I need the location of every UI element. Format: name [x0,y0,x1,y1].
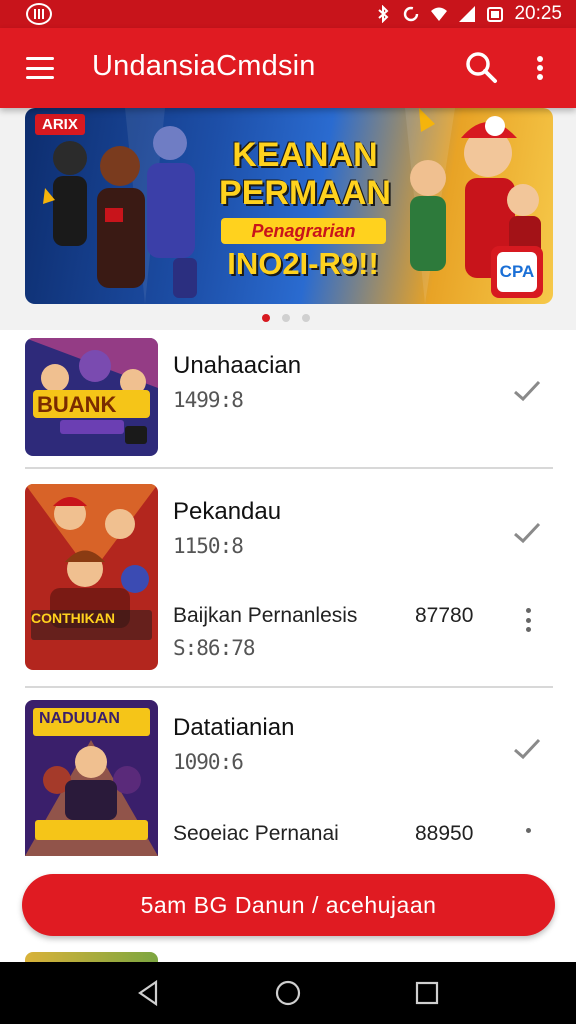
status-bar: 20:25 [0,0,576,28]
item-title: Datatianian [173,714,295,741]
sync-icon [404,6,419,22]
banner-badge: CPA [491,246,543,298]
thumbnail-caption: NADUUAN [39,710,120,727]
status-time: 20:25 [514,3,562,24]
banner-badge-label: CPA [497,252,537,292]
banner-title: KEANAN PERMAAN [219,136,391,212]
app-title: UndansiaCmdsin [92,50,316,82]
back-icon[interactable] [134,978,164,1008]
app-bar: UndansiaCmdsin [0,28,576,108]
menu-icon[interactable] [26,57,54,79]
item-thumbnail: NADUUAN [25,700,158,856]
item-subtitle: 1499:8 [173,388,244,412]
item-detail-value: 87780 [415,604,474,627]
carousel-dot[interactable] [282,314,290,322]
item-detail-label: Seoeiac Pernanai [173,822,339,845]
carousel-dot[interactable] [302,314,310,322]
recents-icon[interactable] [412,978,442,1008]
item-subtitle: 1090:6 [173,750,244,774]
carousel-dot[interactable] [262,314,270,322]
battery-icon [487,7,504,22]
banner-carousel: ARIX KEANAN PERMAAN Penagrarian INO2I-R9… [0,108,576,330]
item-thumbnail: CONTHIKAN [25,484,158,670]
check-icon[interactable] [512,736,542,762]
item-detail-label: Baijkan Pernanlesis [173,604,358,627]
more-vert-icon[interactable] [524,828,532,834]
primary-action-button[interactable]: 5am BG Danun / acehujaan [22,874,555,936]
item-detail-value: 88950 [415,822,474,845]
bluetooth-icon [378,5,389,23]
more-vert-icon[interactable] [532,52,548,84]
divider [25,686,553,688]
check-icon[interactable] [512,520,542,546]
more-vert-icon[interactable] [524,608,532,632]
item-title: Pekandau [173,498,282,525]
check-icon[interactable] [512,378,542,404]
thumbnail-caption: CONTHIKAN [31,610,115,626]
system-nav-bar [0,962,576,1024]
promo-banner[interactable]: ARIX KEANAN PERMAAN Penagrarian INO2I-R9… [25,108,553,304]
item-title: Unahaacian [173,352,302,379]
home-icon[interactable] [273,978,303,1008]
item-detail-sub: S:86:78 [173,636,256,660]
banner-tag: ARIX [35,114,85,135]
banner-code: INO2I-R9!! [227,246,379,281]
carousel-indicator[interactable] [262,314,310,322]
wifi-icon [431,7,448,21]
item-thumbnail: BUANK [25,338,158,456]
banner-subtitle: Penagrarian [221,218,386,244]
item-subtitle: 1150:8 [173,534,244,558]
divider [25,467,553,469]
search-icon[interactable] [464,50,498,84]
signal-icon [459,6,476,22]
thumbnail-caption: BUANK [37,392,117,417]
app-logo-icon [26,3,52,25]
